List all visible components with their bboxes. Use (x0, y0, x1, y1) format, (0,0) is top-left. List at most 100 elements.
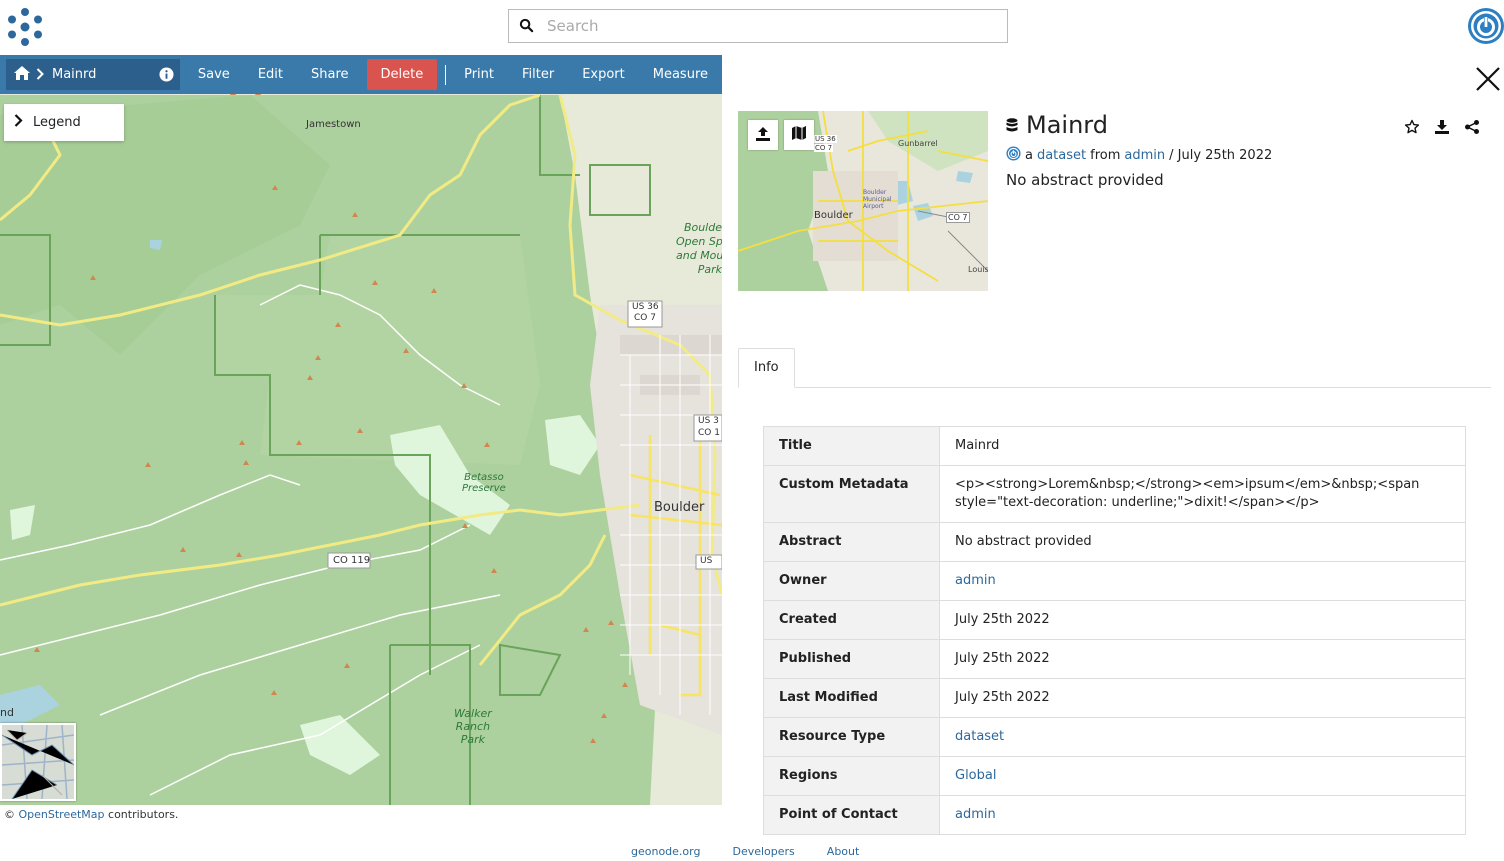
resource-thumbnail: Gunbarrel Boulder Boulder Municipal Airp… (738, 111, 988, 291)
legend-toggle[interactable]: Legend (4, 104, 124, 141)
info-value-link[interactable]: admin (955, 573, 996, 588)
print-button[interactable]: Print (450, 59, 508, 90)
table-row: Abstract No abstract provided (763, 522, 1466, 562)
share-button[interactable]: Share (297, 59, 363, 90)
measure-button[interactable]: Measure (639, 59, 722, 90)
map-label-open-1: Boulde (683, 221, 722, 234)
overview-map[interactable] (0, 723, 76, 801)
table-row: Title Mainrd (763, 426, 1466, 466)
map-viewer[interactable]: Jamestown CO 119 US 36 CO 7 US 3 CO 1 US… (0, 55, 722, 805)
info-value: July 25th 2022 (955, 651, 1050, 666)
thumb-label-us36: US 36 (814, 135, 837, 143)
attribution-prefix: © (4, 808, 15, 821)
info-key: Custom Metadata (763, 465, 940, 523)
info-key: Title (763, 426, 940, 466)
info-key: Owner (763, 561, 940, 601)
footer-link-developers[interactable]: Developers (732, 845, 794, 858)
chevron-right-icon (36, 65, 44, 84)
share-icon[interactable] (1464, 119, 1480, 139)
info-value: Mainrd (955, 438, 1000, 453)
user-menu-icon[interactable] (1466, 5, 1504, 47)
map-thumbnail-button[interactable] (784, 120, 814, 150)
map-label-betasso-2: Preserve (462, 483, 506, 494)
map-label-jamestown: Jamestown (306, 119, 361, 130)
filter-button[interactable]: Filter (508, 59, 568, 90)
info-value-cell: admin (939, 561, 1466, 601)
table-row: Owner admin (763, 561, 1466, 601)
search-box[interactable] (508, 9, 1008, 43)
map-label-open-2: Open Sp (676, 235, 722, 248)
map-label-open-4: Park (697, 263, 722, 276)
map-label-walker-1: Walker (454, 707, 492, 720)
info-value-cell: admin (939, 795, 1466, 835)
map-label-betasso-1: Betasso (464, 472, 504, 483)
map-label-open-3: and Mou (676, 249, 722, 262)
info-value: July 25th 2022 (955, 690, 1050, 705)
export-button[interactable]: Export (568, 59, 639, 90)
table-row: Created July 25th 2022 (763, 600, 1466, 640)
owner-link[interactable]: admin (1124, 148, 1165, 163)
info-key: Created (763, 600, 940, 640)
delete-button[interactable]: Delete (366, 59, 438, 90)
star-icon[interactable] (1404, 119, 1420, 139)
resource-byline: a dataset from admin / July 25th 2022 (1006, 146, 1272, 165)
footer-link-geonode[interactable]: geonode.org (631, 845, 700, 858)
map-icon (791, 125, 807, 145)
info-key: Abstract (763, 522, 940, 562)
table-row: Point of Contact admin (763, 795, 1466, 835)
map-label-co1: CO 1 (698, 428, 720, 438)
close-icon[interactable] (1474, 65, 1502, 93)
resource-title-text: Mainrd (1026, 111, 1108, 139)
save-button[interactable]: Save (184, 59, 244, 90)
map-toolbar: Mainrd Save Edit Share Delete Print Filt… (0, 55, 722, 94)
table-row: Resource Type dataset (763, 717, 1466, 757)
info-value-cell: Mainrd (939, 426, 1466, 466)
breadcrumb-title: Mainrd (52, 67, 97, 82)
info-value: July 25th 2022 (955, 612, 1050, 627)
search-input[interactable] (547, 14, 987, 38)
resource-type-link[interactable]: dataset (1037, 148, 1086, 163)
basemap (0, 55, 722, 805)
detail-tabs: Info (738, 348, 1491, 388)
thumb-label-co7-top: CO 7 (814, 144, 834, 152)
top-header (0, 0, 1504, 55)
info-key: Point of Contact (763, 795, 940, 835)
thumb-label-gunbarrel: Gunbarrel (898, 139, 938, 148)
info-value-cell: July 25th 2022 (939, 678, 1466, 718)
thumb-label-boulder: Boulder (814, 210, 853, 221)
info-value-link[interactable]: admin (955, 807, 996, 822)
tab-info[interactable]: Info (738, 348, 795, 388)
info-value-cell: July 25th 2022 (939, 639, 1466, 679)
database-icon (1006, 111, 1018, 139)
resource-actions (1404, 119, 1480, 139)
chevron-right-icon (14, 114, 23, 131)
map-label-us3: US 3 (698, 416, 719, 426)
map-label-co7: CO 7 (634, 313, 656, 323)
edit-button[interactable]: Edit (244, 59, 297, 90)
info-value: No abstract provided (955, 534, 1092, 549)
info-icon[interactable] (159, 67, 174, 86)
info-value-link[interactable]: Global (955, 768, 996, 783)
attribution-suffix: contributors. (108, 808, 179, 821)
upload-thumbnail-button[interactable] (748, 120, 778, 150)
search-icon (519, 18, 534, 37)
geonode-logo-icon[interactable] (4, 6, 46, 48)
map-label-betasso: Betasso Preserve (462, 472, 506, 494)
openstreetmap-link[interactable]: OpenStreetMap (19, 808, 105, 821)
download-icon[interactable] (1434, 119, 1450, 139)
table-row: Last Modified July 25th 2022 (763, 678, 1466, 718)
geonode-user-icon (1006, 146, 1021, 165)
info-key: Published (763, 639, 940, 679)
thumb-label-airport: Boulder Municipal Airport (863, 189, 892, 210)
info-value-link[interactable]: dataset (955, 729, 1004, 744)
page-footer: geonode.org Developers About (631, 845, 859, 858)
info-key: Last Modified (763, 678, 940, 718)
upload-icon (755, 126, 771, 145)
footer-link-about[interactable]: About (827, 845, 860, 858)
info-value-cell: Global (939, 756, 1466, 796)
info-value-cell: dataset (939, 717, 1466, 757)
info-value-cell: <p><strong>Lorem&nbsp;</strong><em>ipsum… (939, 465, 1466, 523)
home-icon[interactable] (14, 65, 30, 84)
info-table: Title Mainrd Custom Metadata <p><strong>Lor… (763, 426, 1466, 835)
info-value-cell: July 25th 2022 (939, 600, 1466, 640)
